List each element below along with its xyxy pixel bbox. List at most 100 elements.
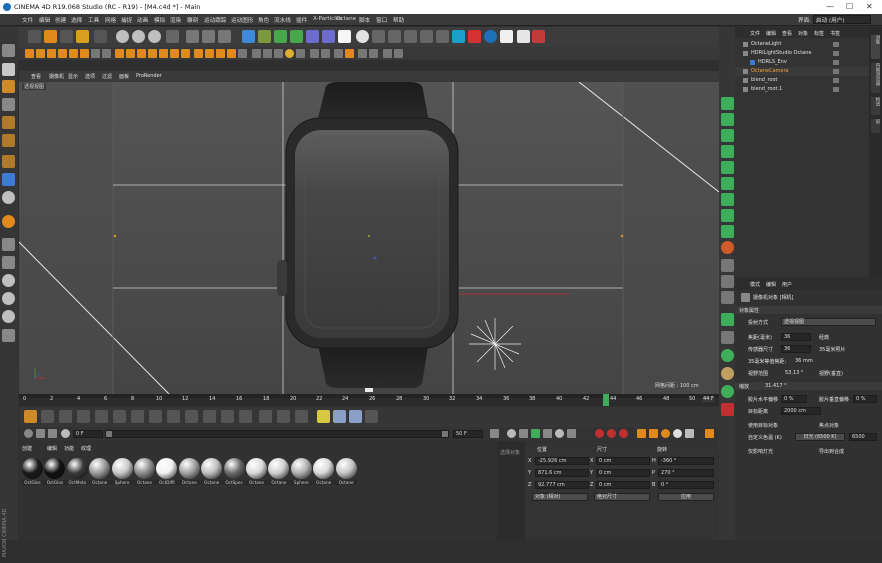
palette-icon-12[interactable] xyxy=(721,275,734,288)
end-frame-field[interactable]: 50 F xyxy=(453,430,483,438)
coords-rot-h-field[interactable]: -360 ° xyxy=(658,457,714,465)
render-settings-icon[interactable] xyxy=(218,30,231,43)
octane-camera-icon[interactable] xyxy=(468,30,481,43)
axis-mode-icon[interactable] xyxy=(91,49,100,58)
coords-apply-button[interactable]: 应用 xyxy=(658,493,714,501)
octane-settings-icon[interactable] xyxy=(500,30,513,43)
menu-render[interactable]: 渲染 xyxy=(170,16,181,24)
menu-character[interactable]: 角色 xyxy=(258,16,269,24)
projection-select[interactable]: 透视视图 xyxy=(781,318,876,326)
menu-script[interactable]: 脚本 xyxy=(359,16,370,24)
points-mode-icon[interactable] xyxy=(2,98,15,111)
tag-icon[interactable] xyxy=(372,30,385,43)
texture-mode-icon[interactable] xyxy=(2,80,15,93)
object-tag-icon[interactable] xyxy=(833,51,839,56)
maximize-button[interactable]: ☐ xyxy=(846,2,853,11)
coords-mode-select[interactable]: 对象 (相对) xyxy=(532,493,588,501)
side-tab-content-browser[interactable]: 内容浏览器 xyxy=(871,63,880,93)
bevel-icon[interactable] xyxy=(296,49,305,58)
render-picture-viewer-icon[interactable] xyxy=(202,30,215,43)
mode-workplane-icon[interactable] xyxy=(47,49,56,58)
sphere-icon[interactable] xyxy=(285,49,294,58)
go-to-start-icon[interactable] xyxy=(490,429,499,438)
coords-size-y-field[interactable]: 0 cm xyxy=(596,469,650,477)
coords-pos-x-field[interactable]: -25.926 cm xyxy=(535,457,589,465)
key-step-icon[interactable] xyxy=(277,410,290,423)
guide-icon[interactable] xyxy=(194,49,203,58)
light-icon[interactable] xyxy=(356,30,369,43)
snap-icon[interactable] xyxy=(115,49,124,58)
polygons-mode-icon[interactable] xyxy=(2,134,15,147)
workplane-icon[interactable] xyxy=(2,215,15,228)
keyframe-selection-icon[interactable] xyxy=(619,429,628,438)
effector-icon[interactable] xyxy=(333,410,346,423)
vp-menu-options[interactable]: 选项 xyxy=(85,73,95,80)
mode-polygons-icon[interactable] xyxy=(80,49,89,58)
object-tag-icon[interactable] xyxy=(833,87,839,92)
object-row[interactable]: blend_root xyxy=(735,76,869,85)
palette-icon-8[interactable] xyxy=(721,209,734,222)
palette-icon-3[interactable] xyxy=(721,129,734,142)
palette-icon-6[interactable] xyxy=(721,177,734,190)
menu-help[interactable]: 帮助 xyxy=(393,16,404,24)
planar-icon[interactable] xyxy=(159,49,168,58)
palette-icon-5[interactable] xyxy=(721,161,734,174)
go-to-end-icon[interactable] xyxy=(567,429,576,438)
previous-frame-icon[interactable] xyxy=(519,429,528,438)
coords-rot-b-field[interactable]: 0 ° xyxy=(658,481,714,489)
mode-points-icon[interactable] xyxy=(58,49,67,58)
palette-icon-9[interactable] xyxy=(721,225,734,238)
palette-icon-1[interactable] xyxy=(721,97,734,110)
material-swatch[interactable] xyxy=(44,458,66,479)
playhead[interactable] xyxy=(603,394,609,406)
vp-menu-cameras[interactable]: 摄像机 xyxy=(49,73,64,80)
key-spline-icon[interactable] xyxy=(295,410,308,423)
attr-tab-edit[interactable]: 编辑 xyxy=(766,281,776,288)
mat-menu-function[interactable]: 功能 xyxy=(64,445,74,452)
cube-icon[interactable] xyxy=(242,30,255,43)
3d-viewport[interactable]: 透视视图 网格间距 : 100 cm xyxy=(19,82,719,394)
mat-menu-create[interactable]: 创建 xyxy=(22,445,32,452)
brush-icon[interactable] xyxy=(334,49,343,58)
coords-pos-y-field[interactable]: 871.6 cm xyxy=(535,469,589,477)
object-row[interactable]: HDRLS_Env xyxy=(735,58,869,67)
sphere-preview-icon[interactable] xyxy=(24,429,33,438)
obj-tab-file[interactable]: 文件 xyxy=(750,30,760,37)
key-pla-toggle-icon[interactable] xyxy=(685,429,694,438)
menu-edit[interactable]: 编辑 xyxy=(39,16,50,24)
close-button[interactable]: ✕ xyxy=(866,2,873,11)
previous-key-icon[interactable] xyxy=(507,429,516,438)
attr-tab-user[interactable]: 用户 xyxy=(782,281,792,288)
key-record-icon[interactable] xyxy=(131,410,144,423)
obj-tab-edit[interactable]: 编辑 xyxy=(766,30,776,37)
frame-icon[interactable] xyxy=(48,429,57,438)
vp-menu-view[interactable]: 查看 xyxy=(31,73,41,80)
paint-icon[interactable] xyxy=(345,49,354,58)
object-tag-icon[interactable] xyxy=(833,78,839,83)
material-swatch[interactable] xyxy=(223,458,245,479)
menu-simulate[interactable]: 模拟 xyxy=(154,16,165,24)
knife-icon[interactable] xyxy=(252,49,261,58)
key-param-icon[interactable] xyxy=(203,410,216,423)
menu-snap[interactable]: 捕捉 xyxy=(121,16,132,24)
obj-tab-objects[interactable]: 对象 xyxy=(798,30,808,37)
scale-icon[interactable] xyxy=(60,30,73,43)
material-swatch[interactable] xyxy=(201,458,223,479)
start-frame-field[interactable]: 0 F xyxy=(73,430,103,438)
palette-icon-10[interactable] xyxy=(721,241,734,254)
key-point-icon[interactable] xyxy=(239,410,252,423)
field-icon[interactable] xyxy=(349,410,362,423)
sensor-preset[interactable]: 35毫米照片 xyxy=(819,346,845,353)
vp-menu-display[interactable]: 显示 xyxy=(68,73,78,80)
lock-icon[interactable] xyxy=(2,238,15,251)
key-rotation-track-icon[interactable] xyxy=(185,410,198,423)
x-axis-icon[interactable] xyxy=(116,30,129,43)
key-param-toggle-icon[interactable] xyxy=(673,429,682,438)
record-icon[interactable] xyxy=(595,429,604,438)
mode-texture-icon[interactable] xyxy=(36,49,45,58)
mode-edges-icon[interactable] xyxy=(69,49,78,58)
key-position-toggle-icon[interactable] xyxy=(637,429,646,438)
next-frame-icon[interactable] xyxy=(543,429,552,438)
solo-icon[interactable] xyxy=(170,49,179,58)
vp-menu-filter[interactable]: 过滤 xyxy=(102,73,112,80)
